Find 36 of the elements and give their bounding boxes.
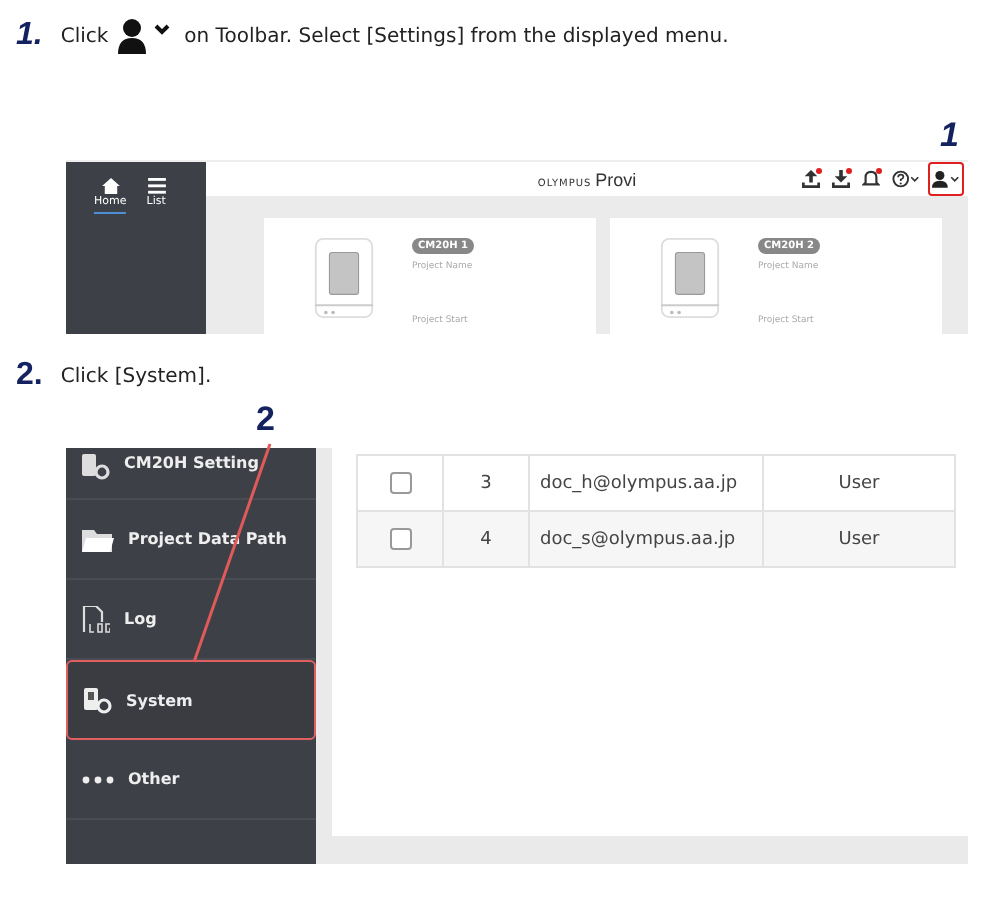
device-icon	[312, 238, 376, 318]
step-text: Click [System].	[60, 365, 212, 387]
device-gear-icon	[84, 687, 112, 713]
toolbar-button[interactable]	[828, 166, 854, 192]
home-icon	[101, 178, 120, 194]
step-text: Click	[60, 25, 109, 47]
step-number: 1.	[16, 18, 43, 54]
help-icon	[892, 170, 920, 188]
table-cell: 4	[443, 511, 529, 567]
callout-number: 1	[940, 116, 959, 156]
step-text: on Toolbar. Select [Settings] from the displayed menu.	[184, 25, 729, 47]
list-icon	[147, 178, 166, 194]
upload-icon	[802, 170, 820, 188]
log-file-icon	[82, 605, 110, 633]
download-icon	[832, 170, 850, 188]
step-number: 2.	[16, 358, 43, 394]
toolbar-button[interactable]	[798, 166, 824, 192]
menu-item[interactable]: System	[66, 660, 316, 740]
toolbar-button[interactable]	[888, 166, 924, 192]
callout-number: 2	[256, 400, 275, 440]
bell-icon	[862, 170, 880, 188]
table-cell: User	[763, 511, 955, 567]
device-icon	[658, 238, 722, 318]
notification-dot	[846, 168, 852, 174]
checkbox[interactable]	[389, 528, 411, 550]
table-cell: doc_h@olympus.aa.jp	[529, 455, 763, 511]
checkbox[interactable]	[389, 472, 411, 494]
notification-dot	[876, 168, 882, 174]
user-icon	[932, 170, 960, 188]
folder-icon	[82, 527, 114, 551]
more-icon	[82, 775, 114, 783]
user-icon	[118, 18, 175, 54]
toolbar-button[interactable]	[928, 162, 964, 196]
notification-dot	[816, 168, 822, 174]
device-gear-icon	[82, 454, 110, 480]
table-cell: doc_s@olympus.aa.jp	[529, 511, 763, 567]
